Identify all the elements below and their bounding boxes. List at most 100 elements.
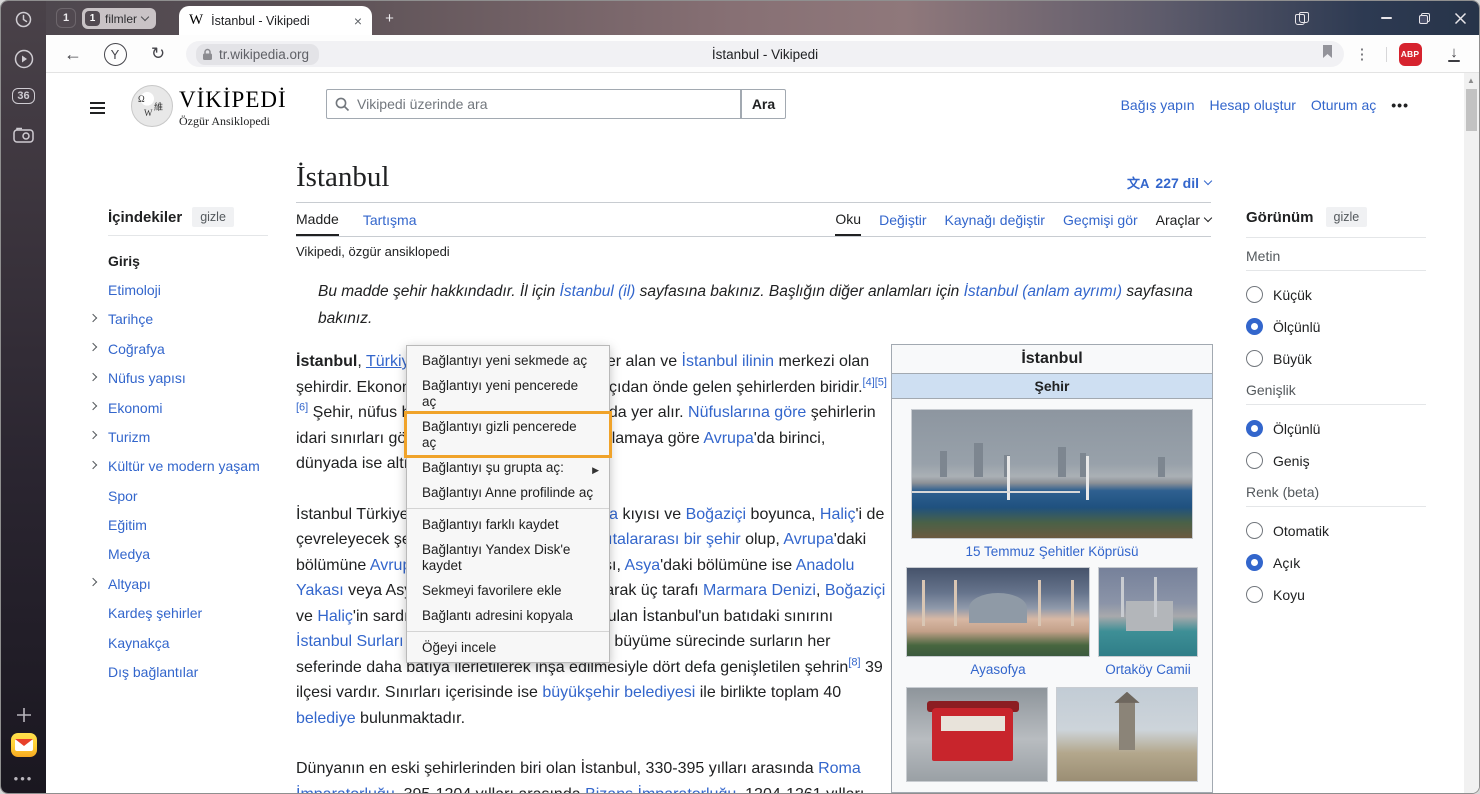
- tab-group-filmler[interactable]: 1 filmler: [82, 8, 156, 29]
- article-tab[interactable]: Araçlar: [1156, 203, 1211, 236]
- sidebar-more-icon[interactable]: •••: [1, 771, 46, 786]
- toc-item[interactable]: Kaynakça: [89, 628, 289, 657]
- yandex-services-icon[interactable]: Y: [98, 35, 132, 73]
- context-menu-item[interactable]: Bağlantı adresini kopyala: [407, 603, 609, 628]
- radio-option[interactable]: Büyük: [1246, 350, 1426, 367]
- article-link[interactable]: Avrupa: [703, 430, 753, 447]
- radio-icon[interactable]: [1246, 420, 1263, 437]
- sidebar-add-icon[interactable]: [1, 706, 46, 724]
- article-link[interactable]: Boğaziçi: [825, 582, 885, 599]
- toc-item[interactable]: Nüfus yapısı: [89, 364, 289, 393]
- tab-close-icon[interactable]: ×: [354, 14, 362, 28]
- adblock-icon[interactable]: ABP: [1393, 35, 1427, 73]
- radio-option[interactable]: Ölçünlü: [1246, 318, 1426, 335]
- expand-chevron-icon[interactable]: [89, 460, 97, 468]
- radio-icon[interactable]: [1246, 522, 1263, 539]
- article-link[interactable]: Haliç: [820, 506, 856, 523]
- article-link[interactable]: İstanbul (il): [560, 283, 636, 300]
- toc-item[interactable]: Dış bağlantılar: [89, 657, 289, 686]
- article-link[interactable]: Haliç: [317, 608, 353, 625]
- context-menu-item[interactable]: Öğeyi incele: [407, 635, 609, 660]
- active-tab[interactable]: W İstanbul - Vikipedi ×: [179, 6, 372, 35]
- wikipedia-globe-logo[interactable]: Ω維W: [131, 85, 173, 127]
- toc-item[interactable]: Medya: [89, 540, 289, 569]
- article-tab[interactable]: Geçmişi gör: [1063, 203, 1138, 236]
- expand-chevron-icon[interactable]: [89, 343, 97, 351]
- browser-menu-icon[interactable]: [1327, 1, 1361, 35]
- toc-item[interactable]: Giriş: [89, 246, 289, 275]
- context-menu-item[interactable]: Bağlantıyı gizli pencerede aç: [407, 414, 609, 455]
- article-tab[interactable]: Değiştir: [879, 203, 926, 236]
- radio-icon[interactable]: [1246, 286, 1263, 303]
- side-panels-icon[interactable]: [1285, 1, 1319, 35]
- ortakoy-caption[interactable]: Ortaköy Camii: [1098, 657, 1198, 685]
- article-link[interactable]: kıtalararası bir şehir: [600, 531, 741, 548]
- wiki-menu-icon[interactable]: [90, 99, 105, 117]
- radio-icon[interactable]: [1246, 554, 1263, 571]
- toc-item[interactable]: Tarihçe: [89, 305, 289, 334]
- header-link[interactable]: Oturum aç: [1311, 97, 1376, 113]
- article-link[interactable]: İstanbul ilinin: [682, 353, 775, 370]
- expand-chevron-icon[interactable]: [89, 372, 97, 380]
- tram-photo[interactable]: [906, 687, 1048, 782]
- context-menu-item[interactable]: Sekmeyi favorilere ekle: [407, 578, 609, 603]
- radio-option[interactable]: Otomatik: [1246, 522, 1426, 539]
- video-play-icon[interactable]: [1, 49, 46, 69]
- toc-item[interactable]: Kardeş şehirler: [89, 599, 289, 628]
- new-tab-button[interactable]: +: [380, 9, 399, 28]
- header-more-icon[interactable]: •••: [1391, 97, 1409, 113]
- context-menu-item[interactable]: Bağlantıyı farklı kaydet: [407, 512, 609, 537]
- context-menu-item[interactable]: Bağlantıyı yeni sekmede aç: [407, 348, 609, 373]
- ortakoy-photo[interactable]: [1098, 567, 1198, 657]
- article-link[interactable]: Asya: [625, 557, 661, 574]
- radio-option[interactable]: Ölçünlü: [1246, 420, 1426, 437]
- ayasofya-caption[interactable]: Ayasofya: [906, 657, 1090, 685]
- scrollbar-up-arrow[interactable]: ▲: [1467, 76, 1475, 85]
- context-menu-item[interactable]: Bağlantıyı yeni pencerede aç: [407, 373, 609, 414]
- expand-chevron-icon[interactable]: [89, 314, 97, 322]
- reload-icon[interactable]: ↻: [141, 35, 175, 73]
- article-link[interactable]: büyükşehir belediyesi: [542, 684, 695, 701]
- article-tab[interactable]: Tartışma: [363, 203, 417, 236]
- header-link[interactable]: Bağış yapın: [1121, 97, 1195, 113]
- toc-item[interactable]: Altyapı: [89, 569, 289, 598]
- back-icon[interactable]: ←: [56, 35, 90, 73]
- radio-option[interactable]: Geniş: [1246, 452, 1426, 469]
- tab-counter-badge[interactable]: 36: [1, 88, 46, 104]
- radio-option[interactable]: Küçük: [1246, 286, 1426, 303]
- restore-button[interactable]: [1407, 1, 1441, 35]
- ayasofya-photo[interactable]: [906, 567, 1090, 657]
- screenshot-camera-icon[interactable]: [1, 126, 46, 143]
- article-link[interactable]: Boğaziçi: [686, 506, 746, 523]
- language-selector[interactable]: 文A 227 dil: [1127, 173, 1211, 192]
- radio-option[interactable]: Açık: [1246, 554, 1426, 571]
- article-link[interactable]: Nüfuslarına göre: [688, 404, 806, 421]
- article-link[interactable]: Bizans İmparatorluğu: [585, 786, 736, 794]
- toc-hide-button[interactable]: gizle: [192, 207, 234, 227]
- header-link[interactable]: Hesap oluştur: [1210, 97, 1296, 113]
- article-link[interactable]: [8]: [848, 656, 860, 668]
- expand-chevron-icon[interactable]: [89, 402, 97, 410]
- radio-icon[interactable]: [1246, 350, 1263, 367]
- search-input[interactable]: Vikipedi üzerinde ara: [326, 89, 741, 119]
- article-link[interactable]: belediye: [296, 710, 356, 727]
- bridge-caption[interactable]: 15 Temmuz Şehitler Köprüsü: [904, 539, 1200, 567]
- radio-icon[interactable]: [1246, 586, 1263, 603]
- search-button[interactable]: Ara: [741, 89, 786, 119]
- toc-item[interactable]: Spor: [89, 481, 289, 510]
- radio-icon[interactable]: [1246, 452, 1263, 469]
- context-menu-item[interactable]: Bağlantıyı Yandex Disk'e kaydet: [407, 537, 609, 578]
- scrollbar-thumb[interactable]: [1466, 89, 1477, 131]
- article-link[interactable]: İstanbul (anlam ayrımı): [964, 283, 1123, 300]
- wikipedia-wordmark[interactable]: VİKİPEDİ Özgür Ansiklopedi: [179, 87, 287, 129]
- bookmark-icon[interactable]: [1321, 44, 1334, 64]
- bridge-photo[interactable]: [911, 409, 1193, 539]
- article-link[interactable]: Avrupa: [783, 531, 833, 548]
- context-menu-item[interactable]: Bağlantıyı şu grupta aç:▶: [407, 455, 609, 480]
- toc-item[interactable]: Ekonomi: [89, 393, 289, 422]
- radio-icon[interactable]: [1246, 318, 1263, 335]
- downloads-icon[interactable]: ↓: [1437, 35, 1471, 73]
- page-scrollbar[interactable]: ▲: [1464, 73, 1479, 793]
- radio-option[interactable]: Koyu: [1246, 586, 1426, 603]
- context-menu-item[interactable]: Bağlantıyı Anne profilinde aç: [407, 480, 609, 505]
